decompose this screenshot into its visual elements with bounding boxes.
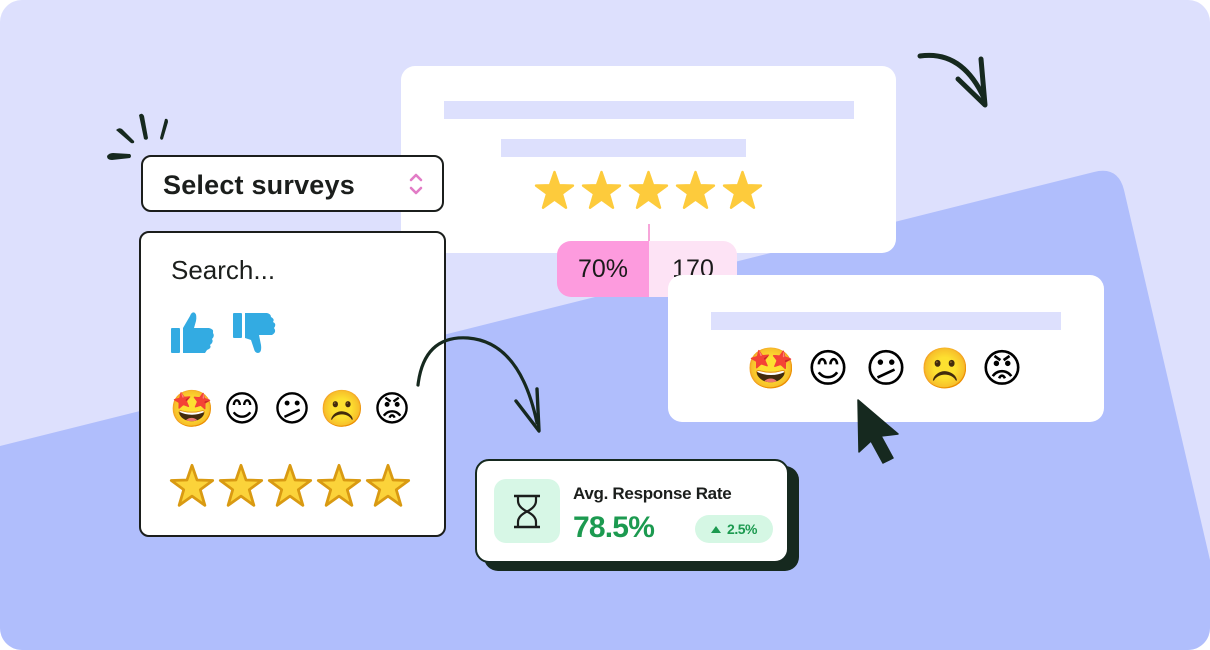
placeholder-line — [501, 139, 746, 157]
emoji-survey-card: 🤩 😊 😕 ☹️ 😡 — [668, 275, 1104, 422]
trend-value: 2.5% — [727, 521, 757, 537]
hourglass-icon — [514, 494, 540, 529]
star-icon — [316, 463, 362, 507]
emoji-frowning[interactable]: ☹️ — [920, 345, 970, 393]
placeholder-line — [711, 312, 1061, 330]
option-thumbs[interactable] — [169, 311, 277, 355]
emoji-angry: 😡 — [373, 389, 411, 430]
emoji-confused: 😕 — [273, 389, 311, 430]
chevron-up-down-icon — [409, 173, 423, 195]
star-icon — [675, 170, 716, 209]
option-emoji[interactable]: 🤩 😊 😕 ☹️ 😡 — [169, 387, 415, 433]
trend-badge: 2.5% — [695, 515, 773, 543]
emoji-rating-row: 🤩 😊 😕 ☹️ 😡 — [668, 345, 1104, 393]
star-icon — [365, 463, 411, 507]
metric-icon-box — [494, 479, 560, 543]
select-label: Select surveys — [163, 170, 355, 200]
emoji-angry[interactable]: 😡 — [978, 345, 1026, 393]
badge-pointer-line — [648, 224, 650, 242]
select-surveys-dropdown[interactable]: Select surveys — [141, 155, 444, 212]
survey-type-dropdown-panel: Search... 🤩 😊 😕 ☹️ 😡 — [139, 231, 446, 537]
star-icon — [581, 170, 622, 209]
option-stars[interactable] — [169, 463, 411, 509]
star-icon — [534, 170, 575, 209]
trend-up-icon — [711, 525, 722, 533]
avg-response-rate-card: Avg. Response Rate 78.5% 2.5% — [475, 459, 789, 563]
thumbs-up-icon — [171, 312, 214, 353]
illustration-canvas: 70% 170 🤩 😊 😕 ☹️ 😡 Select surveys Search… — [0, 0, 1210, 650]
star-rating-row — [401, 170, 896, 211]
search-input[interactable]: Search... — [171, 255, 275, 286]
metric-title: Avg. Response Rate — [573, 484, 732, 503]
star-icon — [628, 170, 669, 209]
emoji-smiling[interactable]: 😊 — [804, 345, 852, 393]
star-icon — [722, 170, 763, 209]
rating-percent: 70% — [557, 241, 649, 297]
star-icon — [218, 463, 264, 507]
emoji-star-struck: 🤩 — [169, 389, 215, 430]
emoji-smiling: 😊 — [223, 389, 261, 430]
thumbs-down-icon — [233, 313, 276, 353]
emoji-frowning: ☹️ — [319, 389, 365, 430]
metric-value: 78.5% — [573, 511, 655, 544]
star-icon — [169, 463, 215, 507]
emoji-star-struck[interactable]: 🤩 — [746, 345, 796, 393]
emoji-confused[interactable]: 😕 — [862, 345, 910, 393]
placeholder-line — [444, 101, 854, 119]
star-icon — [267, 463, 313, 507]
